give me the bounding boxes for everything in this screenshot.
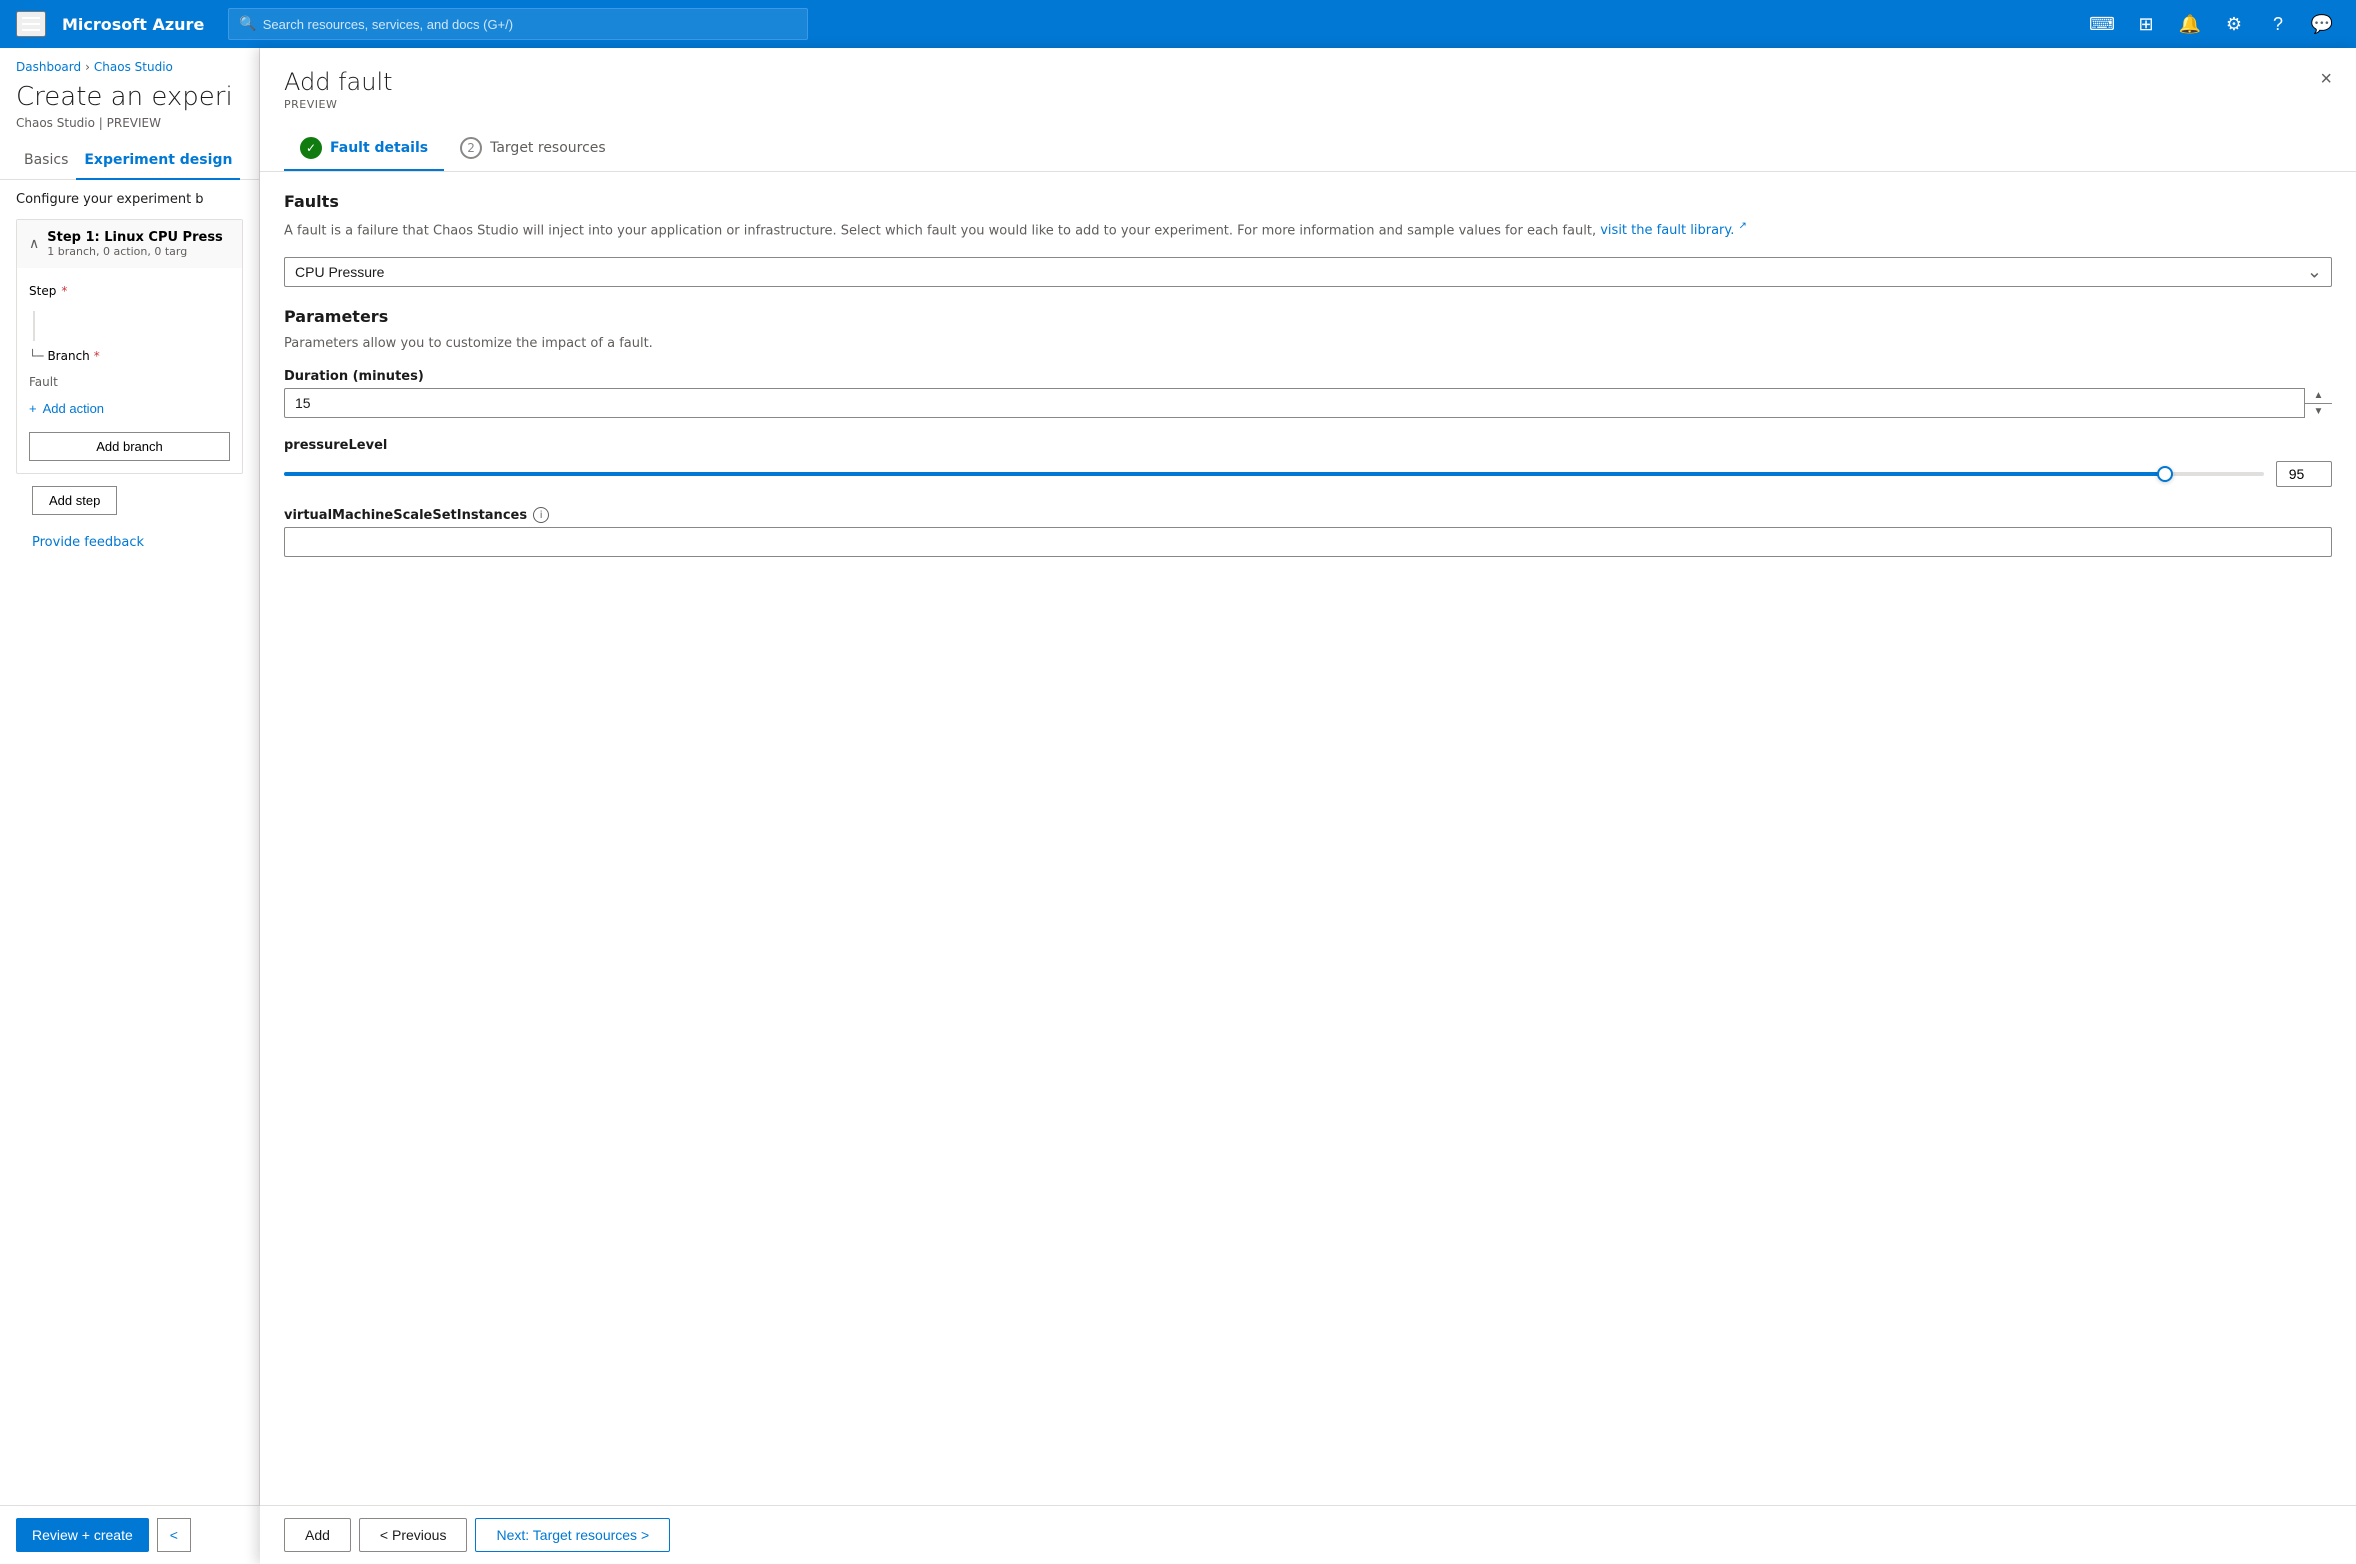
experiment-content: Configure your experiment b ∧ Step 1: Li…: [0, 180, 259, 1564]
duration-label: Duration (minutes): [284, 369, 2332, 384]
panel-close-button[interactable]: ×: [2312, 64, 2340, 95]
duration-decrement-button[interactable]: ▼: [2305, 404, 2332, 419]
tab-experiment-design[interactable]: Experiment design: [76, 142, 240, 180]
duration-spinners: ▲ ▼: [2304, 388, 2332, 418]
slider-fill: [284, 472, 2165, 476]
faults-section-title: Faults: [284, 192, 2332, 211]
fault-details-step-circle: ✓: [300, 137, 322, 159]
panel-tabs: ✓ Fault details 2 Target resources: [284, 127, 2332, 171]
panel-footer: Add < Previous Next: Target resources >: [260, 1505, 2356, 1564]
vmss-input[interactable]: [284, 527, 2332, 557]
configure-label: Configure your experiment b: [16, 192, 243, 207]
panel-tab-target-resources[interactable]: 2 Target resources: [444, 127, 622, 171]
branch-dash: └─: [29, 349, 43, 363]
breadcrumb-dashboard[interactable]: Dashboard: [16, 60, 81, 74]
fault-label: Fault: [29, 375, 230, 389]
help-icon[interactable]: ?: [2260, 6, 2296, 42]
panel-body: Faults A fault is a failure that Chaos S…: [260, 172, 2356, 1505]
settings-icon[interactable]: ⚙: [2216, 6, 2252, 42]
parameters-description: Parameters allow you to customize the im…: [284, 334, 2332, 354]
main-tabs: Basics Experiment design: [0, 142, 259, 180]
duration-input-wrapper: ▲ ▼: [284, 388, 2332, 418]
previous-button[interactable]: < Previous: [359, 1518, 468, 1552]
cloud-shell-icon[interactable]: ⌨: [2084, 6, 2120, 42]
pressure-value-input[interactable]: [2276, 461, 2332, 487]
previous-small-button[interactable]: <: [157, 1518, 191, 1552]
panel-title: Add fault: [284, 68, 2332, 96]
duration-increment-button[interactable]: ▲: [2305, 388, 2332, 404]
slider-row: [284, 461, 2332, 487]
step-body: Step * └─ Branch * Fault + Add action Ad: [17, 268, 242, 473]
add-step-button[interactable]: Add step: [32, 486, 117, 515]
tab-basics[interactable]: Basics: [16, 142, 76, 180]
vmss-group: virtualMachineScaleSetInstances i: [284, 507, 2332, 557]
step-required-star: *: [61, 284, 67, 298]
vmss-label-row: virtualMachineScaleSetInstances i: [284, 507, 2332, 523]
parameters-section-title: Parameters: [284, 307, 2332, 326]
page-title: Create an experi: [0, 78, 259, 114]
step-title-group: Step 1: Linux CPU Press 1 branch, 0 acti…: [47, 230, 223, 258]
slider-thumb[interactable]: [2157, 466, 2173, 482]
step-field: Step *: [29, 280, 230, 299]
pressure-level-label: pressureLevel: [284, 438, 2332, 453]
add-button[interactable]: Add: [284, 1518, 351, 1552]
hamburger-menu-button[interactable]: [16, 11, 46, 37]
main-area: Dashboard › Chaos Studio Create an exper…: [0, 48, 2356, 1564]
plus-icon: +: [29, 401, 37, 416]
step-title: Step 1: Linux CPU Press: [47, 230, 223, 245]
branch-required-star: *: [94, 349, 100, 363]
provide-feedback-link[interactable]: Provide feedback: [16, 523, 243, 562]
topnav-icons: ⌨ ⊞ 🔔 ⚙ ? 💬: [2084, 6, 2340, 42]
pressure-level-section: pressureLevel: [284, 438, 2332, 487]
step-line: [33, 311, 35, 341]
add-action-button[interactable]: + Add action: [29, 397, 104, 420]
search-input[interactable]: [263, 17, 798, 32]
faults-description: A fault is a failure that Chaos Studio w…: [284, 219, 2332, 241]
target-resources-step-circle: 2: [460, 137, 482, 159]
notifications-icon[interactable]: 🔔: [2172, 6, 2208, 42]
app-title: Microsoft Azure: [62, 15, 204, 34]
left-panel: Dashboard › Chaos Studio Create an exper…: [0, 48, 260, 1564]
review-create-button[interactable]: Review + create: [16, 1518, 149, 1552]
fault-details-tab-label: Fault details: [330, 140, 428, 156]
add-action-label: Add action: [43, 401, 104, 416]
duration-group: Duration (minutes) ▲ ▼: [284, 369, 2332, 418]
feedback-icon[interactable]: 💬: [2304, 6, 2340, 42]
branch-text: Branch: [47, 349, 89, 363]
page-subtitle: Chaos Studio | PREVIEW: [0, 114, 259, 142]
add-branch-button[interactable]: Add branch: [29, 432, 230, 461]
step-header: ∧ Step 1: Linux CPU Press 1 branch, 0 ac…: [17, 220, 242, 268]
target-resources-tab-label: Target resources: [490, 140, 606, 156]
breadcrumb: Dashboard › Chaos Studio: [0, 48, 259, 78]
breadcrumb-chaos-studio[interactable]: Chaos Studio: [94, 60, 173, 74]
fault-select-wrapper: CPU Pressure Memory Pressure Network Lat…: [284, 257, 2332, 287]
breadcrumb-separator: ›: [85, 60, 90, 74]
bottom-bar: Review + create <: [0, 1505, 260, 1564]
side-panel: Add fault PREVIEW × ✓ Fault details 2 Ta…: [260, 48, 2356, 1564]
step-subtitle: 1 branch, 0 action, 0 targ: [47, 245, 223, 258]
step-label: Step: [29, 284, 56, 298]
faults-section: Faults A fault is a failure that Chaos S…: [284, 192, 2332, 287]
fault-library-link[interactable]: visit the fault library. ↗: [1600, 223, 1747, 238]
parameters-section: Parameters Parameters allow you to custo…: [284, 307, 2332, 558]
panel-preview-label: PREVIEW: [284, 98, 2332, 111]
duration-input[interactable]: [284, 388, 2332, 418]
vmss-label: virtualMachineScaleSetInstances: [284, 508, 527, 523]
fault-select[interactable]: CPU Pressure Memory Pressure Network Lat…: [284, 257, 2332, 287]
search-icon: 🔍: [239, 16, 256, 32]
vmss-info-icon[interactable]: i: [533, 507, 549, 523]
step-chevron-icon[interactable]: ∧: [29, 236, 39, 252]
branch-label: └─ Branch *: [29, 349, 230, 363]
top-navigation: Microsoft Azure 🔍 ⌨ ⊞ 🔔 ⚙ ? 💬: [0, 0, 2356, 48]
portal-settings-icon[interactable]: ⊞: [2128, 6, 2164, 42]
search-bar: 🔍: [228, 8, 808, 40]
next-target-resources-button[interactable]: Next: Target resources >: [475, 1518, 670, 1552]
panel-header: Add fault PREVIEW × ✓ Fault details 2 Ta…: [260, 48, 2356, 172]
step-card: ∧ Step 1: Linux CPU Press 1 branch, 0 ac…: [16, 219, 243, 474]
panel-tab-fault-details[interactable]: ✓ Fault details: [284, 127, 444, 171]
external-link-icon: ↗: [1739, 221, 1747, 232]
